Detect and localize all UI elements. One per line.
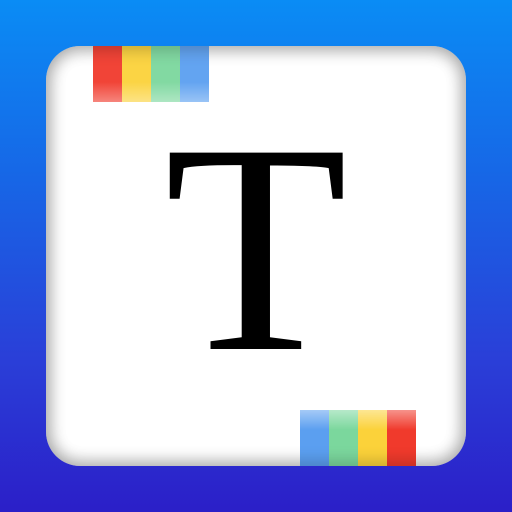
- color-strip-bottom: [300, 410, 416, 466]
- text-glyph-icon: T: [164, 82, 348, 414]
- swatch-blue: [300, 410, 329, 466]
- swatch-yellow: [122, 46, 151, 102]
- app-icon-card[interactable]: T: [46, 46, 466, 466]
- swatch-yellow: [358, 410, 387, 466]
- swatch-red: [387, 410, 416, 466]
- swatch-green: [329, 410, 358, 466]
- swatch-red: [93, 46, 122, 102]
